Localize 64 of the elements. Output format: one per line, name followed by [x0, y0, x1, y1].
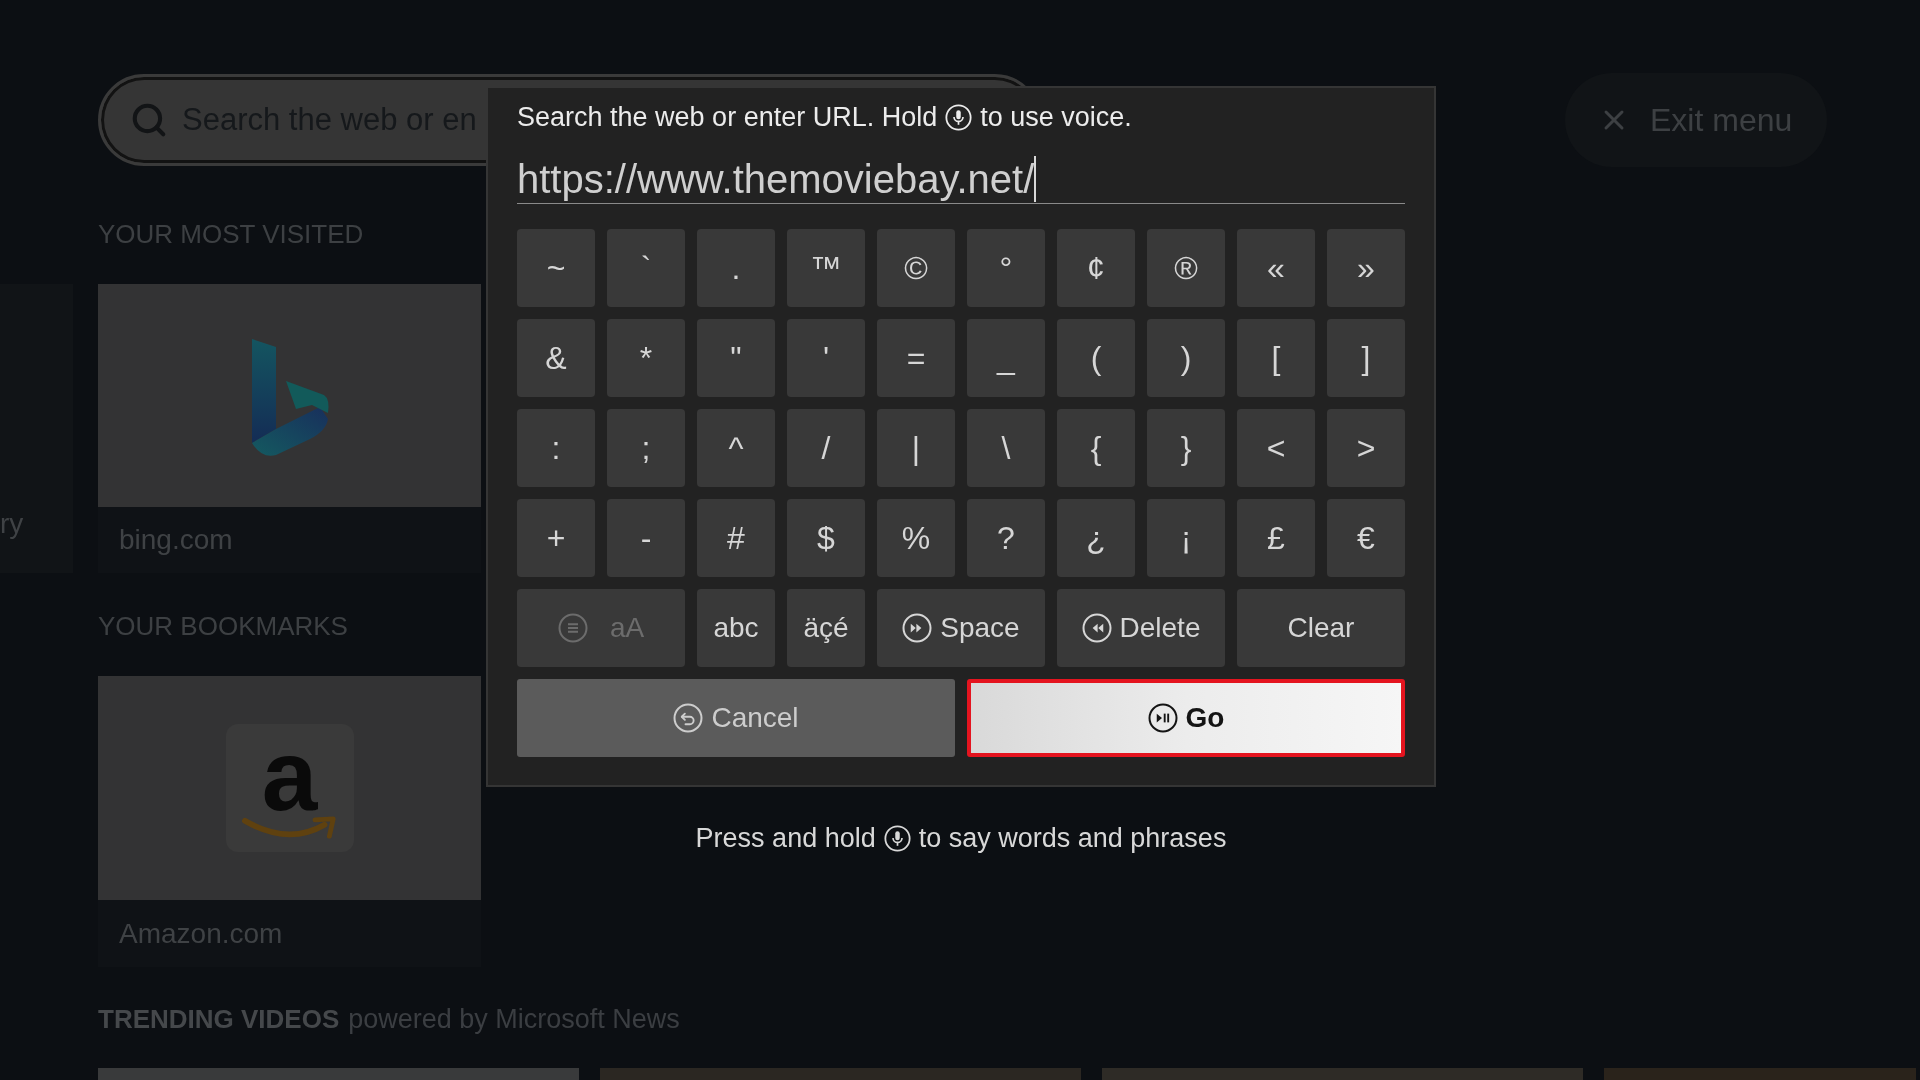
keyboard-key[interactable]: ¢ [1057, 229, 1135, 307]
keyboard-key[interactable]: * [607, 319, 685, 397]
keyboard-key[interactable]: " [697, 319, 775, 397]
cancel-button[interactable]: Cancel [517, 679, 955, 757]
keyboard-key[interactable]: ° [967, 229, 1045, 307]
back-icon [673, 703, 704, 733]
keyboard-key[interactable]: € [1327, 499, 1405, 577]
letters-key[interactable]: abc [697, 589, 775, 667]
keyboard-key[interactable]: ™ [787, 229, 865, 307]
clear-key[interactable]: Clear [1237, 589, 1405, 667]
keyboard-key[interactable]: ` [607, 229, 685, 307]
prompt-text: Search the web or enter URL. Hold [517, 101, 938, 133]
ribbon-logo-icon [249, 338, 330, 459]
keyboard-key[interactable]: + [517, 499, 595, 577]
text-cursor [1034, 156, 1037, 202]
keyboard-key[interactable]: = [877, 319, 955, 397]
keyboard-key[interactable]: $ [787, 499, 865, 577]
keyboard-key[interactable]: © [877, 229, 955, 307]
fast-forward-icon [902, 613, 933, 643]
section-heading: TRENDING VIDEOS [98, 1004, 340, 1034]
keyboard-key[interactable]: - [607, 499, 685, 577]
search-icon [130, 101, 168, 139]
space-key[interactable]: Space [877, 589, 1045, 667]
keyboard-key[interactable]: » [1327, 229, 1405, 307]
url-field[interactable]: https://www.themoviebay.net/ [517, 155, 1405, 204]
keyboard-key[interactable]: { [1057, 409, 1135, 487]
delete-key[interactable]: Delete [1057, 589, 1225, 667]
keyboard-key[interactable]: | [877, 409, 955, 487]
keyboard-key[interactable]: ¡ [1147, 499, 1225, 577]
keyboard-key[interactable]: « [1237, 229, 1315, 307]
keyboard-key[interactable]: % [877, 499, 955, 577]
keyboard-key[interactable]: \ [967, 409, 1045, 487]
keyboard-key[interactable]: & [517, 319, 595, 397]
keyboard-key[interactable]: ( [1057, 319, 1135, 397]
keyboard-key[interactable]: _ [967, 319, 1045, 397]
keyboard-key[interactable]: ® [1147, 229, 1225, 307]
keyboard-key[interactable]: # [697, 499, 775, 577]
keyboard-key[interactable]: ~ [517, 229, 595, 307]
keyboard-key[interactable]: / [787, 409, 865, 487]
tile-preview[interactable] [98, 284, 481, 507]
mic-icon [883, 824, 911, 852]
go-button[interactable]: Go [967, 679, 1405, 757]
keyboard-key[interactable]: : [517, 409, 595, 487]
keyboard-key[interactable]: ] [1327, 319, 1405, 397]
keyboard-key[interactable]: £ [1237, 499, 1315, 577]
keyboard-key[interactable]: ; [607, 409, 685, 487]
voice-hint-text: to say words and phrases [918, 822, 1227, 855]
rewind-icon [1081, 613, 1112, 643]
keyboard-key[interactable]: ) [1147, 319, 1225, 397]
accents-key[interactable]: äçé [787, 589, 865, 667]
keyboard-key[interactable]: < [1237, 409, 1315, 487]
play-pause-icon [1147, 703, 1178, 733]
keyboard-key[interactable]: . [697, 229, 775, 307]
keyboard-key[interactable]: > [1327, 409, 1405, 487]
voice-hint-text: Press and hold [695, 822, 876, 855]
keyboard-key[interactable]: ¿ [1057, 499, 1135, 577]
smile-arrow-icon [241, 814, 338, 842]
keyboard-key[interactable]: } [1147, 409, 1225, 487]
keyboard-key[interactable]: ? [967, 499, 1045, 577]
keyboard-key[interactable]: ^ [697, 409, 775, 487]
mic-icon [945, 103, 973, 131]
keyboard-key[interactable]: [ [1237, 319, 1315, 397]
menu-icon [557, 613, 588, 643]
keyboard-key[interactable]: ' [787, 319, 865, 397]
